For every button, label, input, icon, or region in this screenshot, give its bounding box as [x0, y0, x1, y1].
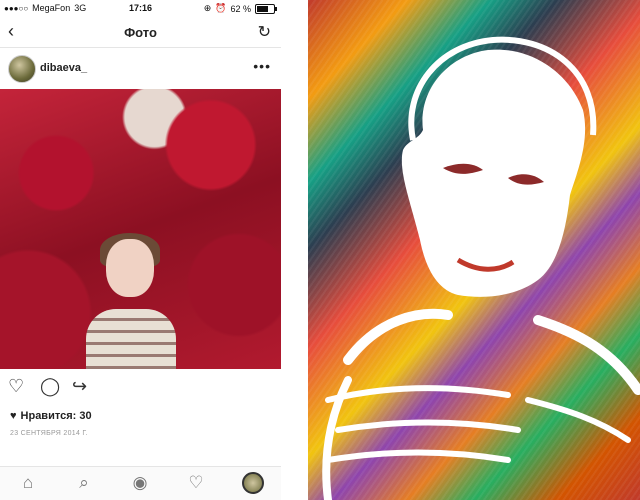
photo-shirt: [86, 309, 176, 369]
orientation-lock-icon: ⊕: [203, 3, 212, 13]
silhouette-drawing: [322, 36, 640, 500]
activity-heart-icon[interactable]: ♡: [184, 473, 208, 493]
portrait-shoulders: [343, 308, 640, 395]
alarm-icon: ⏰: [215, 3, 227, 13]
nav-bar: ‹ Фото ↻: [0, 17, 281, 48]
post-username[interactable]: dibaeva_: [40, 62, 87, 74]
heart-icon[interactable]: ♡: [8, 376, 24, 397]
camera-icon[interactable]: ◉: [128, 473, 152, 493]
share-icon[interactable]: ↪: [72, 376, 87, 397]
post-header: dibaeva_ •••: [0, 48, 281, 88]
battery-percent: 62 %: [230, 3, 251, 14]
comment-icon[interactable]: ◯: [40, 376, 60, 397]
status-bar: ●●●○○ MegaFon 3G 17:16 ⊕ ⏰ 62 %: [0, 0, 281, 16]
portrait-shirt-stripes: [325, 385, 631, 463]
battery-icon: [255, 3, 277, 14]
tab-bar: ⌂ ⌕ ◉ ♡: [0, 466, 281, 500]
likes-label: Нравится: 30: [20, 410, 92, 422]
like-heart-icon: ♥: [10, 410, 17, 422]
refresh-icon[interactable]: ↻: [258, 22, 271, 42]
status-right: ⊕ ⏰ 62 %: [203, 3, 277, 14]
photo-subject: [78, 233, 178, 369]
page-title: Фото: [124, 25, 157, 40]
portrait-face-silhouette: [401, 49, 586, 297]
artwork-panel: [308, 0, 640, 500]
photo-face: [106, 239, 154, 297]
likes-count[interactable]: ♥ Нравится: 30: [10, 410, 92, 422]
post-date: 23 СЕНТЯБРЯ 2014 Г.: [10, 430, 88, 437]
more-options-icon[interactable]: •••: [253, 58, 271, 74]
post-photo[interactable]: [0, 89, 281, 369]
profile-avatar-icon[interactable]: [242, 472, 264, 494]
post-actions: ♡ ◯ ↪: [0, 372, 281, 402]
avatar[interactable]: [8, 55, 36, 83]
instagram-phone-screen: ●●●○○ MegaFon 3G 17:16 ⊕ ⏰ 62 % ‹ Фото ↻…: [0, 0, 281, 500]
search-icon[interactable]: ⌕: [72, 473, 96, 493]
home-icon[interactable]: ⌂: [16, 473, 40, 493]
